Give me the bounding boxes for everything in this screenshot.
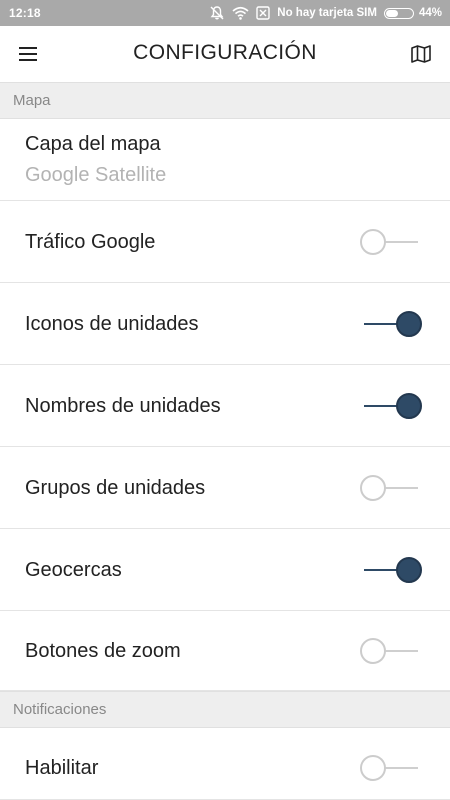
status-icons: No hay tarjeta SIM 44% — [209, 4, 442, 22]
unit-icons-toggle[interactable] — [360, 311, 422, 337]
setting-label: Geocercas — [25, 559, 122, 581]
settings-row-geofences: Geocercas — [0, 529, 450, 611]
notifications-off-icon — [209, 5, 225, 21]
battery-percent: 44% — [418, 7, 442, 19]
section-header-map: Mapa — [0, 82, 450, 119]
settings-row-enable-notifications: Habilitar — [0, 728, 450, 800]
map-icon[interactable] — [410, 43, 432, 65]
toggle-knob — [396, 557, 422, 583]
wifi-icon — [232, 6, 249, 20]
settings-row-unit-names: Nombres de unidades — [0, 365, 450, 447]
settings-row-unit-icons: Iconos de unidades — [0, 283, 450, 365]
toggle-knob — [360, 755, 386, 781]
page-title: CONFIGURACIÓN — [133, 41, 317, 64]
app-bar: CONFIGURACIÓN — [0, 26, 450, 82]
unit-names-toggle[interactable] — [360, 393, 422, 419]
setting-label: Iconos de unidades — [25, 313, 199, 335]
status-time: 12:18 — [9, 6, 41, 20]
setting-label: Nombres de unidades — [25, 395, 221, 417]
status-bar: 12:18 No hay tarjeta SIM 44% — [0, 0, 450, 26]
settings-row-google-traffic: Tráfico Google — [0, 201, 450, 283]
toggle-knob — [396, 311, 422, 337]
enable-notifications-toggle[interactable] — [360, 755, 422, 781]
toggle-knob — [396, 393, 422, 419]
geofences-toggle[interactable] — [360, 557, 422, 583]
sim-status-text: No hay tarjeta SIM — [277, 7, 377, 19]
section-title-notifications: Notificaciones — [13, 701, 107, 718]
map-layer-label: Capa del mapa — [25, 133, 161, 155]
settings-row-map-layer[interactable]: Capa del mapa Google Satellite — [0, 119, 450, 201]
section-title-map: Mapa — [13, 92, 51, 109]
battery-icon — [383, 7, 414, 19]
toggle-knob — [360, 638, 386, 664]
battery-fill — [385, 9, 399, 17]
toggle-knob — [360, 229, 386, 255]
battery-indicator: 44% — [383, 7, 442, 19]
no-sim-icon — [256, 6, 270, 20]
unit-groups-toggle[interactable] — [360, 475, 422, 501]
toggle-knob — [360, 475, 386, 501]
setting-label: Tráfico Google — [25, 231, 156, 253]
zoom-buttons-toggle[interactable] — [360, 638, 422, 664]
setting-label: Grupos de unidades — [25, 477, 206, 499]
map-layer-value: Google Satellite — [25, 164, 167, 186]
settings-row-unit-groups: Grupos de unidades — [0, 447, 450, 529]
settings-row-zoom-buttons: Botones de zoom — [0, 611, 450, 691]
setting-label: Botones de zoom — [25, 640, 181, 662]
setting-label: Habilitar — [25, 757, 99, 779]
google-traffic-toggle[interactable] — [360, 229, 422, 255]
section-header-notifications: Notificaciones — [0, 691, 450, 728]
